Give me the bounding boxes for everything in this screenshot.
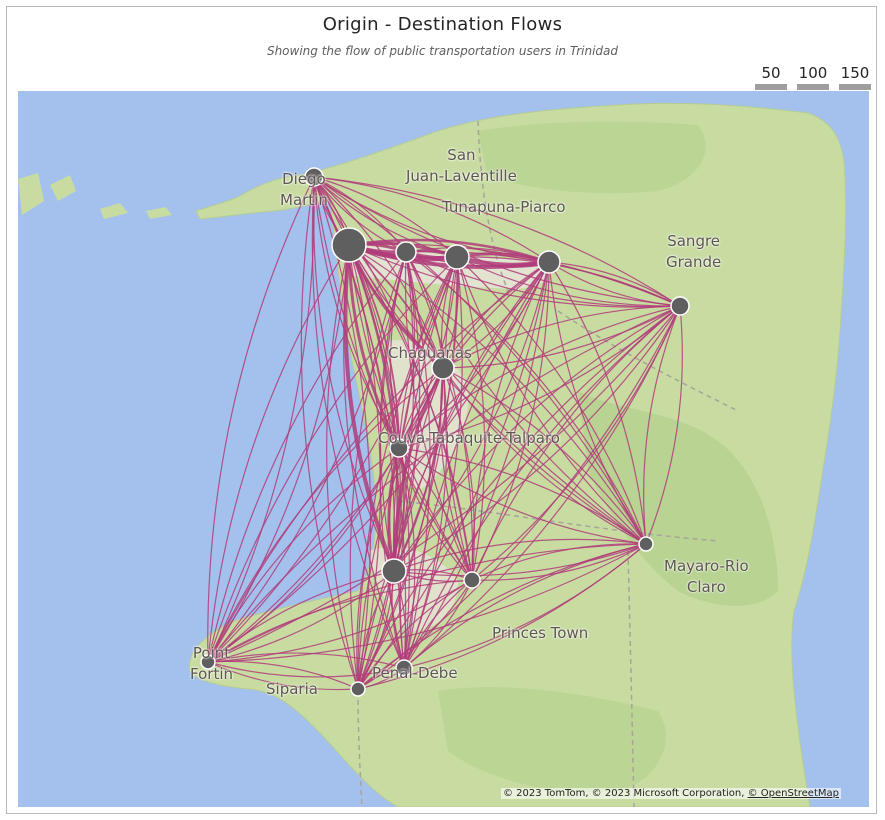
attribution-text: © 2023 TomTom, © 2023 Microsoft Corporat… bbox=[502, 788, 748, 799]
page-subtitle: Showing the flow of public transportatio… bbox=[266, 44, 619, 58]
map-attribution: © 2023 TomTom, © 2023 Microsoft Corporat… bbox=[500, 788, 841, 799]
legend-label: 50 bbox=[761, 64, 781, 82]
page-title: Origin - Destination Flows bbox=[322, 14, 563, 35]
flow-node[interactable] bbox=[350, 681, 366, 697]
flow-node[interactable] bbox=[331, 227, 367, 263]
place-label-tunapuna: Tunapuna-Piarco bbox=[442, 198, 566, 216]
place-label-point-fortin: Point Fortin bbox=[190, 644, 233, 683]
legend-bar bbox=[755, 84, 787, 90]
flow-node[interactable] bbox=[444, 244, 470, 270]
legend-bar bbox=[797, 84, 829, 90]
legend-label: 150 bbox=[840, 64, 870, 82]
flow-node[interactable] bbox=[381, 558, 407, 584]
legend-item-100: 100 bbox=[797, 64, 829, 90]
flow-node[interactable] bbox=[463, 571, 481, 589]
openstreetmap-link[interactable]: © OpenStreetMap bbox=[748, 788, 839, 799]
legend-bar bbox=[839, 84, 871, 90]
place-label-siparia: Siparia bbox=[266, 680, 318, 698]
flow-node[interactable] bbox=[670, 296, 690, 316]
place-label-san-juan: San Juan-Laventille bbox=[406, 146, 517, 185]
place-label-sangre-grande: Sangre Grande bbox=[666, 232, 722, 271]
place-label-mayaro: Mayaro-Rio Claro bbox=[664, 557, 749, 596]
place-label-penal-debe: Penal-Debe bbox=[372, 664, 458, 682]
flow-node[interactable] bbox=[638, 536, 654, 552]
place-label-couva: Couva-Tabaquite-Talparo bbox=[378, 429, 560, 447]
place-label-princes-town: Princes Town bbox=[492, 624, 589, 642]
legend-item-150: 150 bbox=[839, 64, 871, 90]
legend-item-50: 50 bbox=[755, 64, 787, 90]
flow-node[interactable] bbox=[537, 250, 561, 274]
size-legend: 50 100 150 bbox=[755, 64, 871, 90]
legend-label: 100 bbox=[798, 64, 828, 82]
flow-map[interactable]: San Juan-Laventille Tunapuna-Piarco Sang… bbox=[18, 91, 869, 807]
flow-node[interactable] bbox=[395, 241, 417, 263]
place-label-diego-martin: Diego Martin bbox=[280, 170, 328, 209]
place-label-chaguanas: Chaguanas bbox=[388, 344, 472, 362]
